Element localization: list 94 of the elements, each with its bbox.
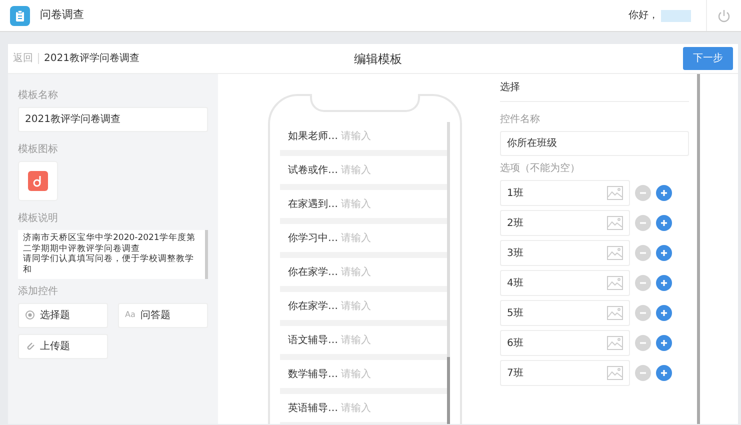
input-placeholder: 请输入	[341, 402, 371, 416]
minus-icon	[639, 309, 647, 317]
preview-question-row[interactable]: 你在家学… 请输入	[280, 258, 450, 286]
question-label: 英语辅导…	[288, 402, 338, 416]
preview-question-row[interactable]: 语文辅导… 请输入	[280, 326, 450, 354]
field-label: 选项（不能为空）	[500, 162, 581, 176]
add-control-button[interactable]: 选择题	[18, 302, 108, 328]
description-field[interactable]: 济南市天桥区宝华中学2020-2021学年度第二学期期中评教评学问卷调查 请同学们认真填写问卷，便于学校调整教学和	[18, 230, 208, 278]
plus-icon	[660, 279, 668, 287]
remove-option-button[interactable]	[635, 335, 651, 351]
control-name-field[interactable]: 你所在班级	[500, 131, 689, 156]
field-label: 模板图标	[18, 142, 59, 157]
input-placeholder: 请输入	[341, 334, 371, 348]
plus-icon	[660, 219, 668, 227]
image-icon[interactable]	[607, 306, 623, 320]
image-icon[interactable]	[607, 216, 623, 230]
username-placeholder	[661, 10, 691, 22]
preview-question-row[interactable]: 在家遇到… 请输入	[280, 190, 450, 218]
minus-icon	[639, 219, 647, 227]
option-field[interactable]: 3班	[500, 240, 630, 266]
question-label: 语文辅导…	[288, 334, 338, 348]
plus-icon	[660, 249, 668, 257]
image-icon[interactable]	[607, 276, 623, 290]
app-title: 问卷调查	[40, 7, 84, 24]
input-placeholder: 请输入	[341, 164, 371, 178]
minus-icon	[639, 189, 647, 197]
icon-picker[interactable]	[18, 161, 58, 201]
question-label: 你在家学…	[288, 266, 338, 280]
remove-option-button[interactable]	[635, 215, 651, 231]
option-field[interactable]: 5班	[500, 300, 630, 326]
section-label: 添加控件	[18, 284, 59, 298]
remove-option-button[interactable]	[635, 305, 651, 321]
minus-icon	[639, 279, 647, 287]
greeting-text: 你好，	[628, 9, 658, 23]
paperclip-icon	[25, 341, 35, 351]
add-option-button[interactable]	[656, 365, 672, 381]
template-name-field[interactable]: 2021教评学问卷调查	[18, 107, 208, 132]
preview-question-row[interactable]: 试卷或作… 请输入	[280, 156, 450, 184]
image-icon[interactable]	[607, 366, 623, 380]
input-placeholder: 请输入	[341, 266, 371, 280]
power-icon[interactable]	[717, 8, 731, 22]
remove-option-button[interactable]	[635, 245, 651, 261]
template-name: 2021教评学问卷调查	[44, 52, 140, 66]
remove-option-button[interactable]	[635, 185, 651, 201]
option-field[interactable]: 1班	[500, 180, 630, 206]
add-option-button[interactable]	[656, 275, 672, 291]
field-label: 控件名称	[500, 113, 541, 127]
minus-icon	[639, 249, 647, 257]
clipboard-icon	[10, 6, 30, 26]
question-label: 如果老师…	[288, 130, 338, 144]
preview-question-row[interactable]: 你学习中… 请输入	[280, 224, 450, 252]
minus-icon	[639, 369, 647, 377]
preview-question-row[interactable]: 如果老师… 请输入	[280, 122, 450, 150]
preview-question-row[interactable]: 数学辅导… 请输入	[280, 360, 450, 388]
question-label: 你在家学…	[288, 300, 338, 314]
input-placeholder: 请输入	[341, 130, 371, 144]
input-placeholder: 请输入	[341, 198, 371, 212]
question-label: 你学习中…	[288, 232, 338, 246]
image-icon[interactable]	[607, 186, 623, 200]
panel-title: 选择	[500, 80, 689, 102]
radio-icon	[25, 310, 35, 320]
preview-question-row[interactable]: 你在家学… 请输入	[280, 292, 450, 320]
image-icon[interactable]	[607, 246, 623, 260]
plus-icon	[660, 189, 668, 197]
input-placeholder: 请输入	[341, 232, 371, 246]
add-control-button[interactable]: Aa 问答题	[118, 302, 208, 328]
add-option-button[interactable]	[656, 245, 672, 261]
input-placeholder: 请输入	[341, 368, 371, 382]
add-option-button[interactable]	[656, 335, 672, 351]
question-label: 数学辅导…	[288, 368, 338, 382]
option-field[interactable]: 7班	[500, 360, 630, 386]
add-option-button[interactable]	[656, 305, 672, 321]
question-label: 在家遇到…	[288, 198, 338, 212]
image-icon[interactable]	[607, 336, 623, 350]
plus-icon	[660, 339, 668, 347]
field-label: 模板说明	[18, 212, 59, 226]
input-placeholder: 请输入	[341, 300, 371, 314]
page-title: 编辑模板	[354, 50, 402, 68]
plus-icon	[660, 309, 668, 317]
option-field[interactable]: 2班	[500, 210, 630, 236]
text-format-icon: Aa	[125, 309, 136, 321]
option-field[interactable]: 6班	[500, 330, 630, 356]
add-option-button[interactable]	[656, 215, 672, 231]
minus-icon	[639, 339, 647, 347]
add-control-button[interactable]: 上传题	[18, 334, 108, 358]
remove-option-button[interactable]	[635, 275, 651, 291]
question-label: 试卷或作…	[288, 164, 338, 178]
preview-question-row[interactable]: 英语辅导… 请输入	[280, 394, 450, 422]
plus-icon	[660, 369, 668, 377]
remove-option-button[interactable]	[635, 365, 651, 381]
option-field[interactable]: 4班	[500, 270, 630, 296]
add-option-button[interactable]	[656, 185, 672, 201]
field-label: 模板名称	[18, 88, 59, 103]
template-icon	[28, 171, 48, 191]
